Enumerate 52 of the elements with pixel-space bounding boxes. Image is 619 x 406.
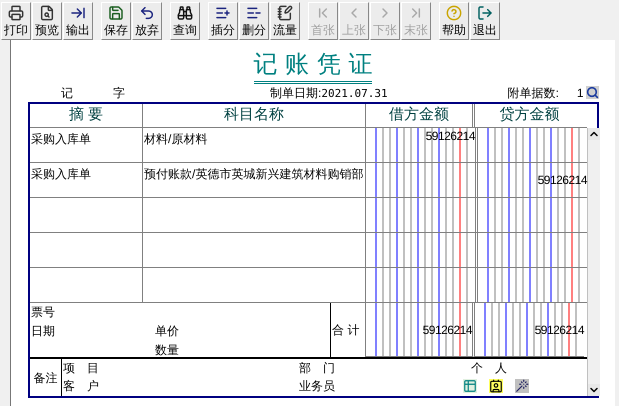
column-header: 贷方金额 [498,105,560,126]
person-label: 个 人 [471,360,508,377]
column-header: 摘 要 [30,104,143,127]
wand-icon[interactable] [515,379,529,393]
toolbar-button[interactable]: 输出 [63,2,93,40]
customer-label: 客 户 [63,378,99,395]
question-mark-icon [446,5,462,21]
toolbar-button[interactable]: 删分 [239,2,269,40]
column-header: 借方金额 [366,104,475,127]
project-label: 项 目 [63,360,99,377]
scroll-down-icon[interactable] [588,384,600,396]
table-icon[interactable] [463,379,477,393]
printer-icon [8,5,24,21]
scroll-up-icon[interactable] [588,128,600,140]
toolbar-button[interactable]: 退出 [470,2,500,40]
toolbar-button[interactable]: 插分 [208,2,238,40]
card-icon[interactable] [489,379,503,393]
voucher-type-suffix: 字 [113,87,125,99]
undo-arrow-icon [139,5,155,21]
scrollbar[interactable] [587,128,600,396]
unit-price-label: 单价 [155,323,179,340]
account-text: 材料/原材料 [144,132,208,146]
list-plus-icon [215,5,231,21]
department-label: 部 门 [299,360,335,377]
toolbar-button[interactable]: 打印 [1,2,31,40]
magnifier-page-icon [39,5,55,21]
toolbar-button[interactable]: 流量 [270,2,300,40]
notepad-pen-icon [277,5,293,21]
ticket-label: 票号 [31,304,56,321]
date-field-label: 日期 [31,323,56,340]
date-value: 2021.07.31 [321,88,388,99]
column-header: 科目名称 [143,104,366,127]
voucher-title: 记 账 凭 证 [254,50,372,84]
attachments-label: 附单据数: [508,87,559,99]
toolbar-button[interactable]: 保存 [101,2,131,40]
toolbar-button[interactable]: 预览 [32,2,62,40]
search-icon[interactable] [586,86,599,99]
toolbar-button[interactable]: 放弃 [132,2,162,40]
voucher-type-label: 记 [61,87,73,99]
account-text: 预付账款/英德市英城新兴建筑材料购销部 [144,167,364,181]
total-label: 合 计 [332,322,360,338]
salesperson-label: 业务员 [299,378,335,395]
toolbar-button[interactable]: 查询 [170,2,200,40]
date-label: 制单日期: [270,87,322,99]
list-minus-icon [246,5,262,21]
remarks-label: 备注 [34,370,58,386]
binoculars-icon [177,5,193,21]
summary-text: 采购入库单 [31,167,91,181]
attachments-count: 1 [576,87,584,99]
toolbar-button[interactable]: 帮助 [439,2,469,40]
quantity-label: 数量 [155,342,179,359]
summary-text: 采购入库单 [31,132,91,146]
